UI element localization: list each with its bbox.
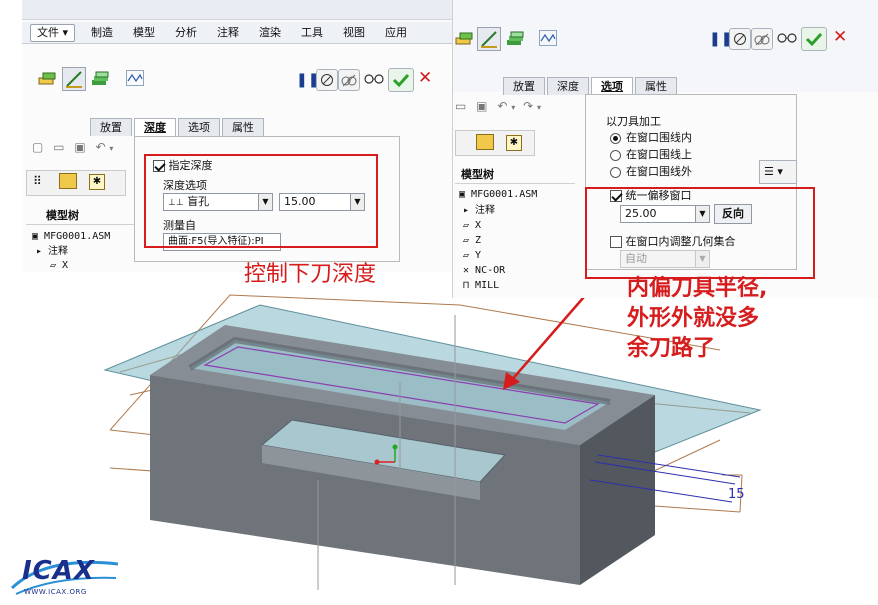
- new-file-icon[interactable]: ▢: [32, 140, 43, 154]
- icax-logo: ICAX WWW.ICAX.ORG: [6, 548, 124, 602]
- tree-item-z[interactable]: ▱ Z: [463, 234, 481, 247]
- tool-machining-label: 以刀具加工: [606, 115, 661, 128]
- menu-applications[interactable]: 应用: [375, 22, 417, 44]
- tree-item-asm[interactable]: ▣ MFG0001.ASM: [32, 230, 110, 243]
- surface-tool-icon[interactable]: [455, 30, 475, 48]
- menu-file[interactable]: 文件 ▾: [30, 23, 76, 42]
- stop-icon[interactable]: [316, 69, 338, 91]
- tab-depth[interactable]: 深度: [134, 118, 176, 136]
- tree-item-x[interactable]: ▱ X: [50, 259, 68, 272]
- tree-divider: [26, 224, 136, 225]
- logo-url: WWW.ICAX.ORG: [24, 588, 87, 596]
- tab-properties[interactable]: 属性: [635, 77, 677, 95]
- tree-item-mill[interactable]: ⊓ MILL: [463, 279, 499, 292]
- preview-path-icon[interactable]: [126, 70, 144, 86]
- tree-item-nc-origin[interactable]: ✕ NC-OR: [463, 264, 505, 277]
- undo-dropdown-icon[interactable]: ▾: [511, 103, 515, 112]
- tree-tab-strip: ⠿ ✱: [26, 170, 126, 196]
- open-file-icon[interactable]: ▭: [53, 140, 64, 154]
- menu-annotate[interactable]: 注释: [207, 22, 249, 44]
- dimension-text: 15: [728, 487, 745, 502]
- tab-placement[interactable]: 放置: [90, 118, 132, 136]
- verify-icon[interactable]: [751, 28, 773, 50]
- confirm-icon[interactable]: [388, 68, 414, 92]
- tree-item-annotation[interactable]: ▸ 注释: [463, 204, 495, 217]
- offset-annotation-line3: 余刀路了: [627, 336, 716, 361]
- stop-icon[interactable]: [729, 28, 751, 50]
- tree-item-annotation[interactable]: ▸ 注释: [36, 245, 68, 258]
- favorite-icon[interactable]: ✱: [506, 135, 522, 151]
- redo-dropdown-icon[interactable]: ▾: [537, 103, 541, 112]
- left-tabs: 放置 深度 选项 属性: [90, 118, 266, 136]
- undo-icon[interactable]: ↶: [96, 140, 106, 154]
- verify-icon[interactable]: [338, 69, 360, 91]
- redo-icon[interactable]: ↷: [523, 99, 533, 113]
- menu-render[interactable]: 渲染: [249, 22, 291, 44]
- preview-path-icon[interactable]: [539, 30, 557, 46]
- tab-depth[interactable]: 深度: [547, 77, 589, 95]
- list-dropdown-icon[interactable]: ☰ ▾: [759, 160, 797, 184]
- menu-model[interactable]: 模型: [123, 22, 165, 44]
- sketch-tool-icon[interactable]: [62, 67, 86, 91]
- radio-icon[interactable]: [610, 149, 621, 161]
- radio-outside-window[interactable]: 在窗口围线外: [610, 163, 692, 179]
- folder-icon[interactable]: [476, 134, 494, 150]
- menu-manufacture[interactable]: 制造: [81, 22, 123, 44]
- open-file-icon[interactable]: ▭: [455, 99, 466, 113]
- sketch-tool-icon[interactable]: [477, 27, 501, 51]
- quick-access-toolbar: ▭ ▣ ↶ ▾ ↷ ▾: [455, 99, 585, 115]
- tab-options[interactable]: 选项: [178, 118, 220, 136]
- favorite-icon[interactable]: ✱: [89, 174, 105, 190]
- offset-highlight-box: [585, 187, 815, 279]
- tree-item-asm[interactable]: ▣ MFG0001.ASM: [459, 188, 537, 201]
- radio-icon[interactable]: [610, 132, 621, 144]
- save-icon[interactable]: ▣: [476, 99, 487, 113]
- radio-inside-window[interactable]: 在窗口围线内: [610, 129, 692, 145]
- depth-annotation: 控制下刀深度: [244, 262, 377, 287]
- left-model-tree-title: 模型树: [46, 209, 79, 222]
- surface-tool-icon[interactable]: [38, 70, 58, 88]
- cancel-icon[interactable]: ✕: [833, 27, 847, 47]
- menu-tools[interactable]: 工具: [291, 22, 333, 44]
- quick-access-toolbar: ▢ ▭ ▣ ↶ ▾: [32, 140, 147, 156]
- tree-item-x[interactable]: ▱ X: [463, 219, 481, 232]
- tab-options[interactable]: 选项: [591, 77, 633, 95]
- confirm-icon[interactable]: [801, 27, 827, 51]
- tree-view-icon[interactable]: ⠿: [33, 174, 42, 188]
- left-titlebar: [22, 0, 462, 20]
- undo-dropdown-icon[interactable]: ▾: [109, 144, 113, 153]
- right-tabs: 放置 深度 选项 属性: [503, 77, 679, 95]
- offset-annotation-line2: 外形外就没多: [627, 306, 760, 331]
- tree-divider: [455, 183, 575, 184]
- folder-icon[interactable]: [59, 173, 77, 189]
- save-icon[interactable]: ▣: [74, 140, 85, 154]
- glasses-icon[interactable]: [777, 30, 797, 47]
- radio-on-window[interactable]: 在窗口围线上: [610, 146, 692, 162]
- right-model-tree-title: 模型树: [461, 168, 494, 181]
- layers-tool-icon[interactable]: [90, 70, 110, 88]
- tab-placement[interactable]: 放置: [503, 77, 545, 95]
- undo-icon[interactable]: ↶: [497, 99, 507, 113]
- layers-tool-icon[interactable]: [505, 30, 525, 48]
- logo-text: ICAX: [22, 556, 95, 586]
- offset-annotation-line1: 内偏刀具半径,: [627, 276, 768, 301]
- glasses-icon[interactable]: [364, 71, 384, 88]
- menu-view[interactable]: 视图: [333, 22, 375, 44]
- tab-properties[interactable]: 属性: [222, 118, 264, 136]
- menu-analysis[interactable]: 分析: [165, 22, 207, 44]
- offset-annotation: 内偏刀具半径, 外形外就没多 余刀路了: [627, 274, 767, 364]
- tree-tab-strip: ✱: [455, 130, 535, 156]
- depth-highlight-box: [144, 154, 378, 248]
- tree-item-y[interactable]: ▱ Y: [463, 249, 481, 262]
- radio-icon[interactable]: [610, 166, 621, 178]
- cancel-icon[interactable]: ✕: [418, 68, 432, 88]
- left-menubar: 文件 ▾ 制造 模型 分析 注释 渲染 工具 视图 应用: [22, 22, 462, 44]
